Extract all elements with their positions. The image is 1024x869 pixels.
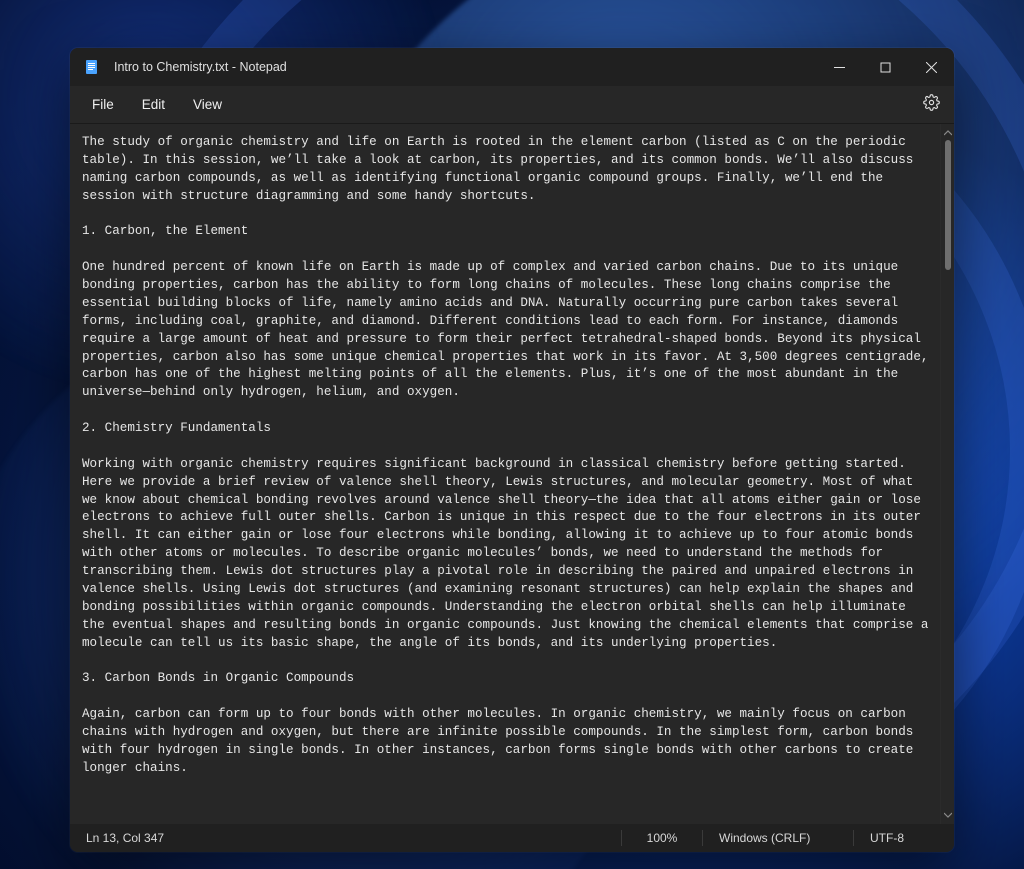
vertical-scrollbar[interactable] [940, 124, 954, 824]
maximize-button[interactable] [862, 48, 908, 86]
status-zoom[interactable]: 100% [622, 824, 702, 852]
menubar: File Edit View [70, 86, 954, 124]
notepad-app-icon [84, 59, 100, 75]
titlebar[interactable]: Intro to Chemistry.txt - Notepad [70, 48, 954, 86]
notepad-window: Intro to Chemistry.txt - Notepad File Ed… [70, 48, 954, 852]
scroll-down-arrow-icon[interactable] [941, 808, 954, 822]
text-editor[interactable]: The study of organic chemistry and life … [70, 124, 940, 824]
close-button[interactable] [908, 48, 954, 86]
editor-area: The study of organic chemistry and life … [70, 124, 954, 824]
scroll-up-arrow-icon[interactable] [941, 126, 954, 140]
window-controls [816, 48, 954, 86]
menu-view[interactable]: View [179, 91, 236, 118]
status-line-ending: Windows (CRLF) [703, 824, 853, 852]
status-cursor-position: Ln 13, Col 347 [70, 824, 290, 852]
menu-edit[interactable]: Edit [128, 91, 179, 118]
window-title: Intro to Chemistry.txt - Notepad [114, 60, 287, 74]
statusbar: Ln 13, Col 347 100% Windows (CRLF) UTF-8 [70, 824, 954, 852]
scroll-thumb[interactable] [945, 140, 951, 270]
status-encoding: UTF-8 [854, 824, 954, 852]
settings-button[interactable] [914, 90, 948, 120]
gear-icon [923, 94, 940, 116]
minimize-button[interactable] [816, 48, 862, 86]
menu-file[interactable]: File [78, 91, 128, 118]
